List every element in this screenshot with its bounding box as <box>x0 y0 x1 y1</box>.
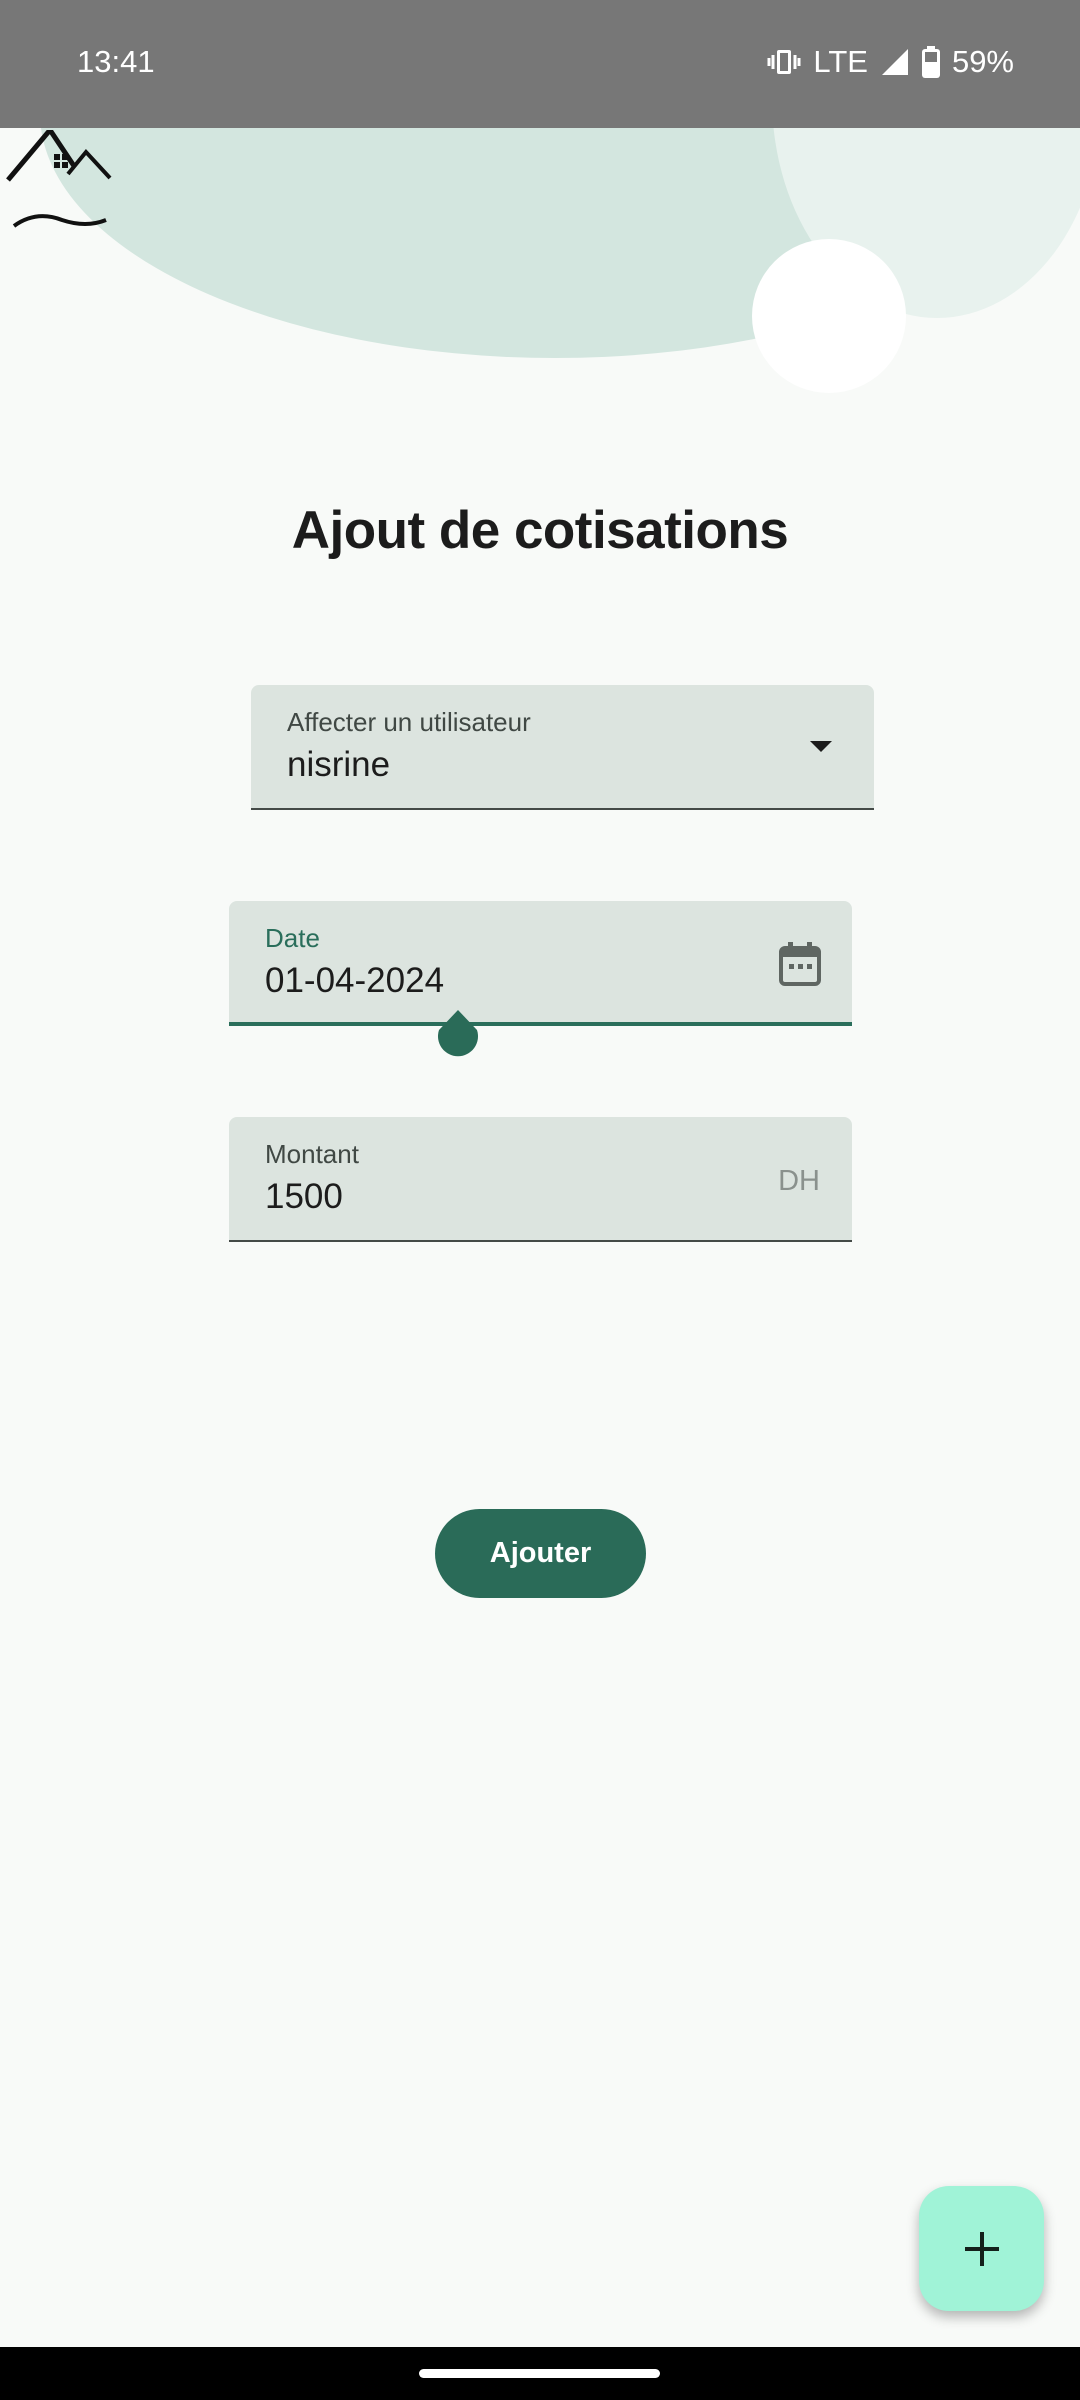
amount-field[interactable]: Montant 1500 DH <box>229 1117 852 1242</box>
dropdown-arrow-icon[interactable] <box>810 741 832 752</box>
home-indicator[interactable] <box>419 2369 660 2378</box>
fab-add-button[interactable] <box>919 2186 1044 2311</box>
page-title: Ajout de cotisations <box>291 501 789 560</box>
user-select-value: nisrine <box>287 745 391 784</box>
date-field-label: Date <box>265 923 320 953</box>
calendar-icon[interactable] <box>778 941 822 987</box>
user-select[interactable]: Affecter un utilisateur nisrine <box>251 685 874 810</box>
header-circle <box>752 239 906 393</box>
navigation-bar <box>0 2347 1080 2400</box>
signal-icon <box>881 49 908 75</box>
vibrate-icon <box>767 50 801 74</box>
add-button[interactable]: Ajouter <box>435 1509 646 1598</box>
text-cursor-handle-icon[interactable] <box>435 1010 481 1066</box>
plus-icon <box>964 2231 999 2266</box>
currency-suffix: DH <box>778 1165 820 1197</box>
network-type: LTE <box>813 44 868 79</box>
battery-icon <box>921 46 940 78</box>
header-decoration <box>0 128 1080 428</box>
date-field[interactable]: Date 01-04-2024 <box>229 901 852 1026</box>
battery-level: 59% <box>951 44 1014 79</box>
house-logo-icon <box>6 130 112 228</box>
amount-field-label: Montant <box>265 1139 359 1169</box>
date-field-value: 01-04-2024 <box>265 961 445 1000</box>
user-select-label: Affecter un utilisateur <box>287 707 531 737</box>
status-time: 13:41 <box>77 44 155 79</box>
status-icons: LTE 59% <box>767 42 1014 82</box>
amount-field-value: 1500 <box>265 1177 343 1216</box>
status-bar: 13:41 LTE 59% <box>0 0 1080 128</box>
